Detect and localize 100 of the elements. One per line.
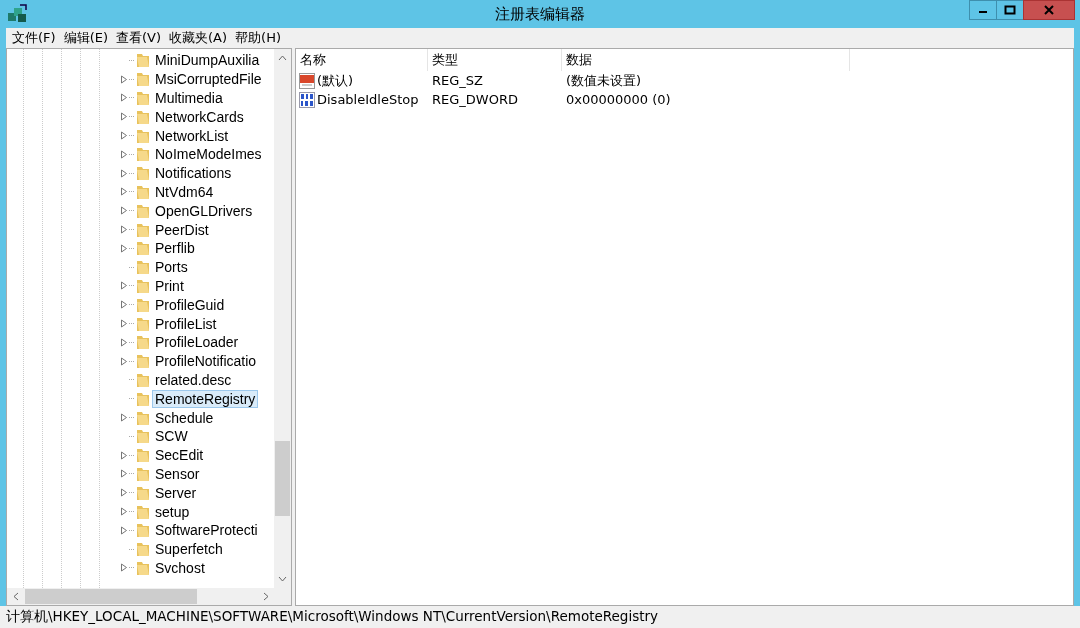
tree-item[interactable]: Multimedia	[152, 89, 226, 107]
maximize-button[interactable]	[996, 0, 1024, 20]
scroll-left-icon[interactable]	[13, 592, 19, 601]
tree-item[interactable]: NetworkList	[152, 126, 232, 145]
folder-icon	[135, 221, 151, 238]
tree-item[interactable]: Server	[152, 483, 200, 502]
folder-icon	[135, 559, 151, 576]
tree-item[interactable]: Print	[152, 276, 187, 295]
expand-arrow-icon[interactable]	[120, 469, 128, 479]
folder-icon	[135, 371, 151, 388]
minimize-button[interactable]	[969, 0, 997, 20]
maximize-icon	[1004, 5, 1016, 15]
folder-icon	[135, 296, 151, 313]
expand-arrow-icon[interactable]	[120, 356, 128, 366]
tree-item[interactable]: ProfileNotificatio	[152, 352, 260, 371]
scroll-thumb[interactable]	[275, 441, 290, 516]
folder-icon	[135, 259, 151, 276]
folder-icon	[135, 484, 151, 501]
tree-item[interactable]: MiniDumpAuxilia	[152, 51, 263, 70]
value-data: 0x00000000 (0)	[565, 92, 672, 107]
expand-arrow-icon[interactable]	[120, 507, 128, 516]
tree-item[interactable]: Ports	[152, 258, 191, 277]
expand-arrow-icon[interactable]	[120, 93, 128, 103]
expand-arrow-icon[interactable]	[120, 337, 128, 347]
scroll-right-icon[interactable]	[263, 592, 269, 601]
tree-item[interactable]: Perflib	[152, 239, 198, 258]
menu-item[interactable]: 帮助(H)	[231, 29, 285, 47]
expand-arrow-icon[interactable]	[120, 319, 128, 329]
expand-arrow-icon[interactable]	[120, 112, 128, 122]
value-type: REG_DWORD	[431, 92, 519, 107]
tree-item[interactable]: PeerDist	[152, 220, 212, 239]
value-name[interactable]: DisableIdleStop	[317, 92, 419, 107]
tree-item[interactable]: SCW	[152, 427, 191, 446]
menu-item[interactable]: 编辑(E)	[59, 29, 112, 47]
folder-icon	[135, 146, 151, 163]
folder-icon	[135, 52, 151, 69]
value-data: (数值未设置)	[565, 71, 643, 90]
expand-arrow-icon[interactable]	[120, 131, 128, 141]
scroll-up-icon[interactable]	[278, 55, 287, 61]
tree-item[interactable]: Notifications	[152, 164, 235, 183]
folder-icon	[135, 409, 151, 426]
tree-item[interactable]: Svchost	[152, 558, 208, 577]
tree-item[interactable]: NoImeModeImes	[152, 145, 265, 164]
menu-item[interactable]: 收藏夹(A)	[165, 29, 232, 47]
folder-icon	[135, 315, 151, 332]
tree-item[interactable]: RemoteRegistry	[152, 389, 259, 408]
folder-icon	[135, 390, 151, 407]
tree-item[interactable]: ProfileLoader	[152, 333, 242, 352]
folder-icon	[135, 428, 151, 445]
expand-arrow-icon[interactable]	[120, 488, 128, 498]
menu-item[interactable]: 文件(F)	[8, 29, 60, 47]
expand-arrow-icon[interactable]	[120, 525, 128, 535]
scroll-thumb[interactable]	[24, 589, 197, 604]
tree-item[interactable]: OpenGLDrivers	[152, 201, 256, 220]
binary-value-icon	[299, 91, 315, 108]
tree-item[interactable]: Sensor	[152, 464, 203, 483]
folder-icon	[135, 277, 151, 294]
folder-icon	[135, 353, 151, 370]
tree-item[interactable]: related.desc	[152, 370, 235, 389]
tree-item[interactable]: ProfileList	[152, 314, 220, 333]
close-icon	[1044, 5, 1054, 15]
folder-icon	[135, 240, 151, 257]
expand-arrow-icon[interactable]	[120, 168, 128, 178]
folder-icon	[135, 108, 151, 125]
column-header[interactable]: 数据	[562, 49, 850, 71]
tree-item[interactable]: NtVdm64	[152, 182, 217, 201]
expand-arrow-icon[interactable]	[120, 149, 128, 159]
expand-arrow-icon[interactable]	[120, 225, 128, 235]
folder-icon	[135, 90, 151, 106]
tree-item[interactable]: setup	[152, 502, 193, 521]
folder-icon	[135, 541, 151, 558]
close-button[interactable]	[1023, 0, 1075, 20]
tree-item[interactable]: Schedule	[152, 408, 217, 427]
column-header[interactable]: 名称	[296, 49, 428, 71]
expand-arrow-icon[interactable]	[120, 187, 128, 197]
expand-arrow-icon[interactable]	[120, 281, 128, 291]
folder-icon	[135, 71, 151, 88]
expand-arrow-icon[interactable]	[120, 243, 128, 253]
tree-item[interactable]: SoftwareProtecti	[152, 521, 261, 540]
window-title: 注册表编辑器	[495, 4, 585, 24]
value-name[interactable]: (默认)	[317, 71, 354, 90]
expand-arrow-icon[interactable]	[120, 563, 128, 573]
tree-item[interactable]: ProfileGuid	[152, 295, 228, 314]
tree-item[interactable]: SecEdit	[152, 446, 207, 465]
menu-item[interactable]: 查看(V)	[112, 29, 166, 47]
tree-item[interactable]: Superfetch	[152, 540, 226, 559]
text-value-icon	[299, 72, 315, 89]
expand-arrow-icon[interactable]	[120, 300, 128, 310]
tree-item[interactable]: MsiCorruptedFile	[152, 70, 265, 89]
vertical-scrollbar[interactable]	[274, 49, 291, 588]
column-header[interactable]: 类型	[428, 49, 562, 71]
expand-arrow-icon[interactable]	[120, 74, 128, 84]
expand-arrow-icon[interactable]	[120, 206, 128, 216]
expand-arrow-icon[interactable]	[120, 413, 128, 423]
expand-arrow-icon[interactable]	[120, 450, 128, 460]
tree-item[interactable]: NetworkCards	[152, 107, 247, 126]
scroll-down-icon[interactable]	[278, 576, 287, 582]
value-type: REG_SZ	[431, 73, 484, 88]
folder-icon	[135, 183, 151, 200]
folder-icon	[135, 165, 151, 182]
